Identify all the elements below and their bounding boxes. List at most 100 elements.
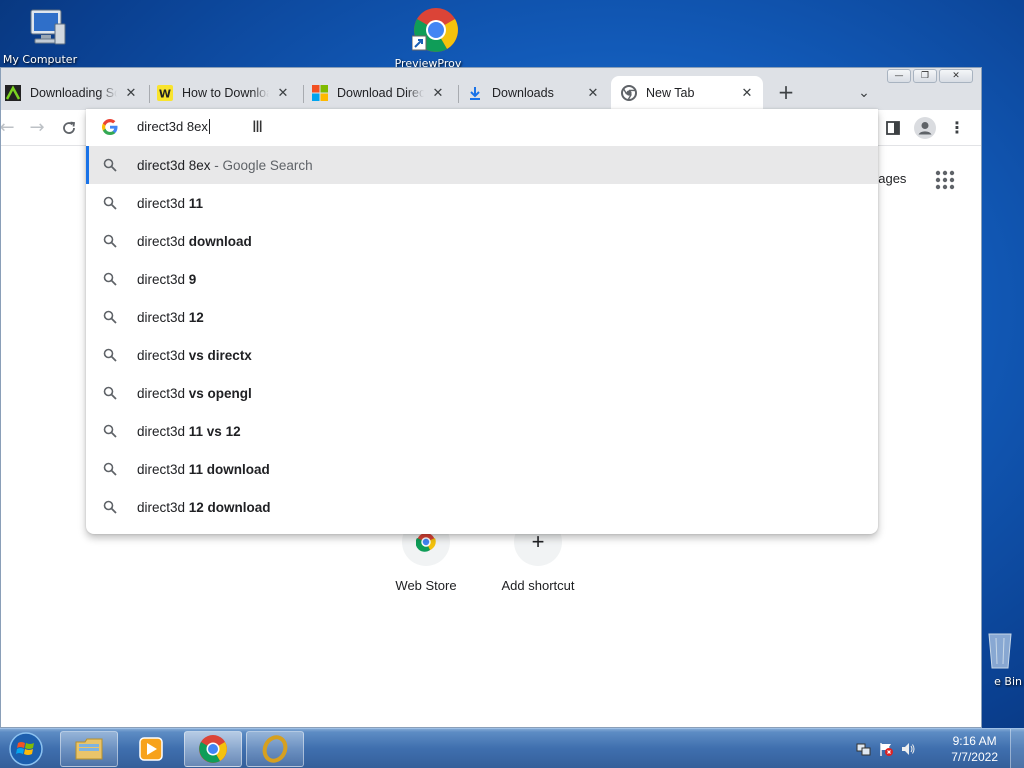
wikihow-icon: W xyxy=(157,85,173,101)
suggestion-text: direct3d xyxy=(137,423,189,439)
suggestion-text: direct3d xyxy=(137,271,189,287)
google-g-icon xyxy=(102,119,118,135)
media-player-icon xyxy=(139,737,163,761)
suggestion-completion: 11 download xyxy=(188,461,270,477)
tab-title: Download DirectX xyxy=(337,86,424,100)
clock-time: 9:16 AM xyxy=(952,734,997,748)
tab-new-tab[interactable]: New Tab ✕ xyxy=(611,76,763,110)
suggestion-text: direct3d xyxy=(137,195,189,211)
tab-how-to-download[interactable]: W How to Download ✕ xyxy=(153,76,299,110)
suggestion-text: direct3d xyxy=(137,309,189,325)
new-tab-button[interactable]: + xyxy=(775,82,797,104)
action-center-flag-icon[interactable] xyxy=(878,741,894,757)
tab-title: Downloading Software xyxy=(30,86,117,100)
desktop-icon-label: My Computer xyxy=(2,53,78,66)
search-icon xyxy=(103,272,117,286)
omnibox-dropdown: direct3d 8ex Ⅲ direct3d 8ex - Google Sea… xyxy=(86,109,878,534)
taskbar-chrome[interactable] xyxy=(184,731,242,767)
suggestion-text: direct3d xyxy=(137,233,189,249)
desktop-icon-my-computer[interactable]: My Computer xyxy=(0,6,80,66)
suggestion-row[interactable]: direct3d 11 vs 12 xyxy=(86,412,878,450)
side-panel-icon[interactable] xyxy=(881,116,905,140)
tab-separator xyxy=(303,85,304,103)
restore-button[interactable]: ❐ xyxy=(913,69,937,83)
tab-downloads[interactable]: Downloads ✕ xyxy=(463,76,609,110)
suggestion-row[interactable]: direct3d download xyxy=(86,222,878,260)
recycle-bin-icon xyxy=(988,633,1012,669)
suggestion-row[interactable]: direct3d 12 xyxy=(86,298,878,336)
suggestion-text: direct3d xyxy=(137,499,189,515)
close-tab-icon[interactable]: ✕ xyxy=(123,85,139,101)
suggestion-row[interactable]: direct3d vs directx xyxy=(86,336,878,374)
suggestion-text: direct3d xyxy=(137,461,189,477)
taskbar-media-player[interactable] xyxy=(122,731,180,767)
suggestion-row[interactable]: direct3d vs opengl xyxy=(86,374,878,412)
suggestion-suffix: - Google Search xyxy=(210,157,313,173)
tab-downloading-software[interactable]: Downloading Software ✕ xyxy=(1,76,147,110)
taskbar-file-explorer[interactable] xyxy=(60,731,118,767)
text-caret xyxy=(208,119,210,134)
search-icon xyxy=(103,310,117,324)
volume-icon[interactable] xyxy=(900,741,916,757)
google-apps-icon[interactable] xyxy=(933,168,957,192)
svg-text:W: W xyxy=(159,88,171,101)
minimize-button[interactable]: — xyxy=(887,69,911,83)
close-tab-icon[interactable]: ✕ xyxy=(275,85,291,101)
tab-title: Downloads xyxy=(492,86,554,100)
window-controls: — ❐ ✕ xyxy=(887,69,973,83)
omnibox-text: direct3d 8ex xyxy=(137,119,208,134)
back-arrow-icon[interactable]: ← xyxy=(1,116,19,140)
search-icon xyxy=(103,500,117,514)
suggestion-completion: 12 xyxy=(188,309,204,325)
tab-download-directx[interactable]: Download DirectX ✕ xyxy=(308,76,454,110)
search-icon xyxy=(103,462,117,476)
search-icon xyxy=(103,348,117,362)
search-icon xyxy=(103,196,117,210)
suggestion-completion: vs directx xyxy=(188,347,252,363)
omnibox-input[interactable]: direct3d 8ex Ⅲ xyxy=(86,109,878,146)
suggestion-row[interactable]: direct3d 11 xyxy=(86,184,878,222)
suggestion-row[interactable]: direct3d 9 xyxy=(86,260,878,298)
windows-logo-icon xyxy=(9,732,43,766)
chrome-window: — ❐ ✕ Downloading Software ✕ W How to Do… xyxy=(0,67,982,728)
clock-date: 7/7/2022 xyxy=(951,750,998,764)
close-tab-icon[interactable]: ✕ xyxy=(739,85,755,101)
close-tab-icon[interactable]: ✕ xyxy=(585,85,601,101)
show-desktop-button[interactable] xyxy=(1010,729,1024,768)
profile-avatar-icon[interactable] xyxy=(913,116,937,140)
suggestion-row[interactable]: direct3d 12 download xyxy=(86,488,878,526)
forward-arrow-icon[interactable]: → xyxy=(25,116,49,140)
tab-search-chevron-icon[interactable]: ⌄ xyxy=(853,82,875,104)
chrome-icon xyxy=(199,735,227,763)
shortcut-label: Web Store xyxy=(395,578,457,593)
start-button[interactable] xyxy=(6,731,46,767)
search-icon xyxy=(103,424,117,438)
tab-title: How to Download xyxy=(182,86,269,100)
ibeam-cursor-icon: Ⅲ xyxy=(252,117,264,136)
tab-strip: — ❐ ✕ Downloading Software ✕ W How to Do… xyxy=(1,68,981,110)
search-icon xyxy=(103,158,117,172)
taskbar-app[interactable] xyxy=(246,731,304,767)
ring-app-icon xyxy=(262,735,288,763)
close-tab-icon[interactable]: ✕ xyxy=(430,85,446,101)
suggestion-row[interactable]: direct3d 8ex - Google Search xyxy=(86,146,878,184)
chrome-menu-icon[interactable]: ⋮ xyxy=(945,116,969,140)
clock[interactable]: 9:16 AM 7/7/2022 xyxy=(951,733,998,765)
network-icon[interactable] xyxy=(856,741,872,757)
close-window-button[interactable]: ✕ xyxy=(939,69,973,83)
suggestion-text: direct3d xyxy=(137,347,189,363)
suggestion-text: direct3d xyxy=(137,385,189,401)
tab-separator xyxy=(149,85,150,103)
suggestion-text: direct3d 8ex xyxy=(137,157,211,173)
shortcut-label: Add shortcut xyxy=(501,578,575,593)
download-icon xyxy=(467,85,483,101)
wpc-icon xyxy=(5,85,21,101)
suggestion-row[interactable]: direct3d 11 download xyxy=(86,450,878,488)
search-icon xyxy=(103,386,117,400)
microsoft-icon xyxy=(312,85,328,101)
reload-icon[interactable] xyxy=(57,116,81,140)
search-icon xyxy=(103,234,117,248)
desktop-icon-previewprov[interactable]: PreviewProv xyxy=(388,6,468,70)
suggestion-completion: 11 vs 12 xyxy=(188,423,241,439)
folder-icon xyxy=(75,738,103,760)
